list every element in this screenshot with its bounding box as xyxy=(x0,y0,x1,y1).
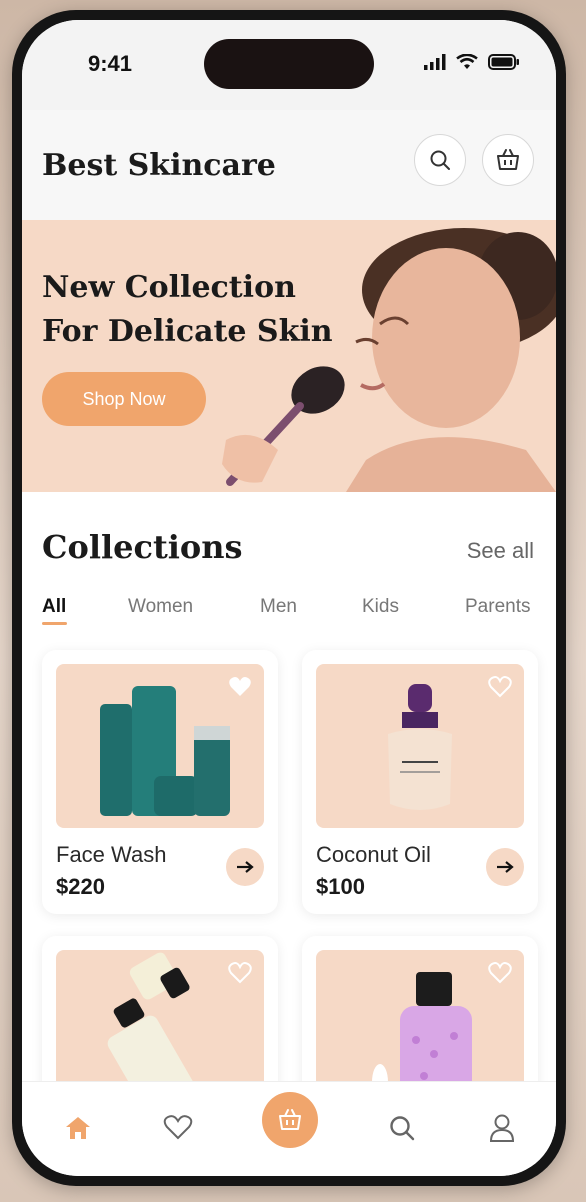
page-title: Best Skincare xyxy=(42,148,276,183)
nav-favorites[interactable] xyxy=(158,1108,198,1148)
model-image xyxy=(222,228,556,492)
signal-icon xyxy=(424,54,446,70)
promo-banner: New Collection For Delicate Skin Shop No… xyxy=(22,220,556,492)
tab-women[interactable]: Women xyxy=(128,596,193,618)
wifi-icon xyxy=(456,54,478,69)
search-icon xyxy=(430,150,450,170)
nav-profile[interactable] xyxy=(482,1108,522,1148)
favorite-heart-icon[interactable] xyxy=(228,676,252,698)
app-screen: 9:41 Best Skincare New Collection For De… xyxy=(22,20,556,1176)
collections-heading: Collections xyxy=(42,528,243,566)
product-name: Coconut Oil xyxy=(316,842,431,867)
tab-men[interactable]: Men xyxy=(260,596,297,618)
product-name: Face Wash xyxy=(56,842,167,867)
home-icon xyxy=(66,1117,90,1139)
category-tabs: All Women Men Kids Parents xyxy=(22,594,556,634)
search-icon xyxy=(390,1116,415,1141)
tab-parents[interactable]: Parents xyxy=(465,596,530,618)
tab-kids[interactable]: Kids xyxy=(362,596,399,618)
nav-search[interactable] xyxy=(382,1108,422,1148)
status-time: 9:41 xyxy=(88,51,133,76)
see-all-link[interactable]: See all xyxy=(467,538,534,564)
status-icons xyxy=(424,54,520,70)
basket-icon xyxy=(279,1109,301,1130)
product-image xyxy=(316,664,524,828)
tab-all[interactable]: All xyxy=(42,596,66,618)
cart-button[interactable] xyxy=(482,134,534,186)
view-product-button[interactable] xyxy=(486,848,524,886)
product-price: $220 xyxy=(56,874,105,899)
shop-now-button[interactable]: Shop Now xyxy=(42,372,206,426)
profile-icon xyxy=(489,1114,515,1142)
product-price: $100 xyxy=(316,874,365,899)
favorite-heart-icon[interactable] xyxy=(228,962,252,984)
nav-home[interactable] xyxy=(58,1108,98,1148)
search-button[interactable] xyxy=(414,134,466,186)
heart-icon xyxy=(163,1115,193,1140)
dynamic-island xyxy=(204,39,374,89)
product-card[interactable]: Coconut Oil $100 xyxy=(302,650,538,914)
app-header: Best Skincare xyxy=(22,110,556,220)
battery-icon xyxy=(488,54,519,70)
nav-cart[interactable] xyxy=(262,1092,318,1148)
product-image xyxy=(56,664,264,828)
basket-icon xyxy=(497,149,519,170)
favorite-heart-icon[interactable] xyxy=(488,676,512,698)
arrow-right-icon xyxy=(237,861,254,873)
bottom-navigation xyxy=(22,1081,556,1176)
status-bar: 9:41 xyxy=(22,20,556,110)
phone-frame: 9:41 Best Skincare New Collection For De… xyxy=(12,10,566,1186)
active-tab-indicator xyxy=(42,622,67,625)
product-card[interactable]: Face Wash $220 xyxy=(42,650,278,914)
view-product-button[interactable] xyxy=(226,848,264,886)
favorite-heart-icon[interactable] xyxy=(488,962,512,984)
arrow-right-icon xyxy=(497,861,514,873)
